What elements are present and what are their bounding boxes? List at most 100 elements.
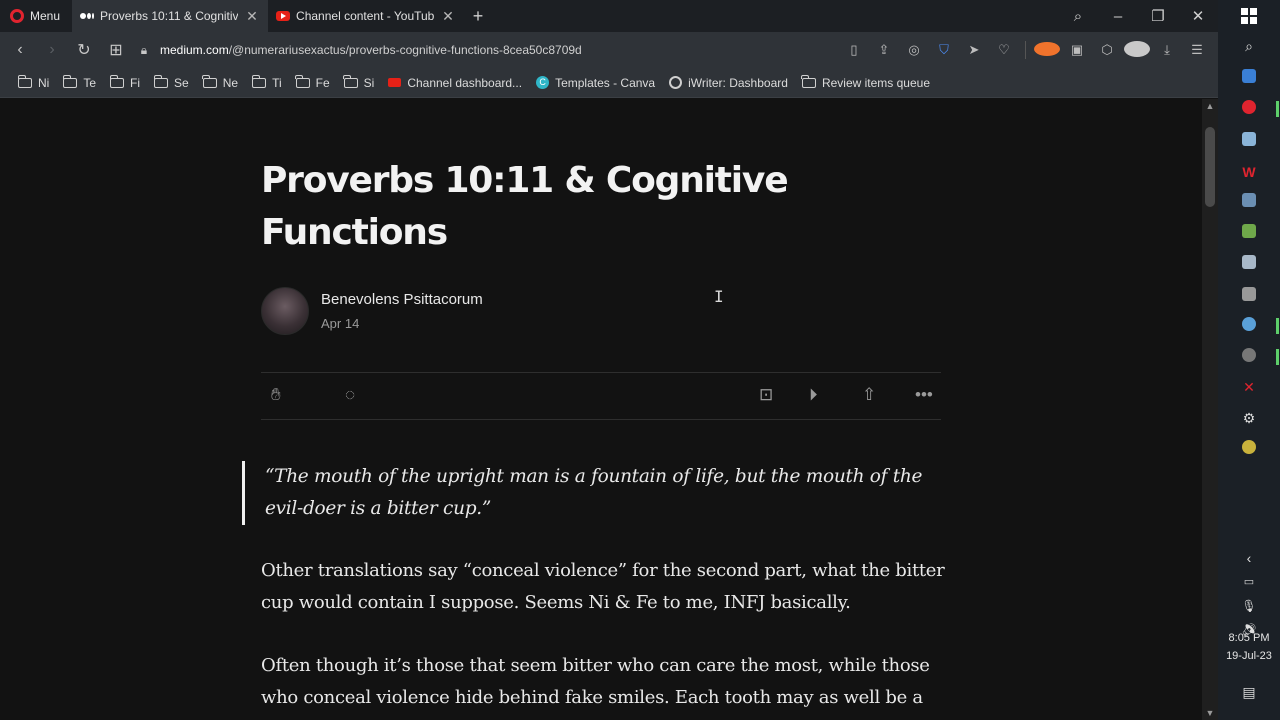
- tab-bar: Menu Proverbs 10:11 & Cognitiv ✕ Channel…: [0, 0, 1218, 32]
- canva-icon: C: [536, 76, 550, 89]
- text-cursor-icon: I: [714, 287, 724, 306]
- comment-icon[interactable]: ◌: [345, 385, 355, 405]
- scroll-down-icon[interactable]: ▼: [1202, 708, 1218, 718]
- folder-icon: [153, 74, 169, 88]
- bookmark-label: Review items queue: [821, 75, 930, 90]
- spreadsheet-icon[interactable]: [1237, 221, 1261, 245]
- author-meta: Benevolens Psittacorum Apr 14: [321, 291, 483, 331]
- app-icon[interactable]: [1237, 190, 1261, 214]
- bookmark-heart-icon[interactable]: ♡: [991, 42, 1017, 58]
- tab-medium-article[interactable]: Proverbs 10:11 & Cognitiv ✕: [72, 0, 269, 32]
- folder-icon: [251, 74, 267, 88]
- address-bar: ‹ › ↻ ⊞ 🔒︎ medium.com/@numerariusexactus…: [0, 32, 1218, 68]
- bookmark-canva-templates[interactable]: C Templates - Canva: [530, 76, 661, 90]
- url-field[interactable]: medium.com/@numerariusexactus/proverbs-c…: [160, 43, 582, 57]
- app-icon[interactable]: [1237, 345, 1261, 369]
- minimize-icon[interactable]: –: [1098, 8, 1138, 25]
- download-icon[interactable]: ⤓: [1154, 42, 1180, 58]
- folder-icon: [109, 74, 125, 88]
- bookmark-folder-ne[interactable]: Ne: [197, 74, 244, 90]
- close-tab-icon[interactable]: ✕: [440, 8, 456, 25]
- tab-title: Channel content - YouTube: [296, 9, 435, 23]
- author-name[interactable]: Benevolens Psittacorum: [321, 291, 483, 308]
- youtube-icon: [276, 11, 291, 21]
- bookmark-folder-ti[interactable]: Ti: [246, 74, 288, 90]
- clap-icon[interactable]: ✋︎: [271, 385, 281, 405]
- more-options-icon[interactable]: •••: [915, 385, 933, 405]
- scroll-up-icon[interactable]: ▲: [1202, 101, 1218, 111]
- share-icon[interactable]: ⇪: [871, 42, 897, 58]
- forward-icon[interactable]: ›: [36, 41, 68, 59]
- close-tab-icon[interactable]: ✕: [244, 8, 260, 25]
- address-toolbar: ▯ ⇪ ◎ ⛉ ➤ ♡ ▣ ⬡ ⤓ ☰: [841, 40, 1218, 60]
- bookmark-folder-te[interactable]: Te: [57, 74, 102, 90]
- url-host: medium.com: [160, 43, 229, 57]
- bookmark-label: Fi: [130, 75, 141, 90]
- bookmark-folder-se[interactable]: Se: [148, 74, 195, 90]
- snapshot-icon[interactable]: ◎: [901, 42, 927, 58]
- url-path: /@numerariusexactus/proverbs-cognitive-f…: [228, 43, 582, 57]
- app-icon[interactable]: ✕: [1237, 375, 1261, 399]
- share-icon[interactable]: ⇧: [862, 385, 876, 405]
- easy-setup-icon[interactable]: ☰: [1184, 42, 1210, 58]
- settings-gear-icon[interactable]: ⚙: [1237, 406, 1261, 430]
- reader-mode-icon[interactable]: ▯: [841, 42, 867, 58]
- adblock-shield-icon[interactable]: ⛉: [931, 42, 957, 58]
- microphone-speaker-icon[interactable]: 🎙︎🔊︎: [1237, 594, 1261, 637]
- calculator-icon[interactable]: [1237, 252, 1261, 276]
- app-icon[interactable]: [1237, 314, 1261, 338]
- bookmark-add-icon[interactable]: ⊡: [759, 385, 773, 405]
- bookmark-label: Ti: [272, 75, 282, 90]
- bookmark-label: Ne: [222, 75, 239, 90]
- tab-title: Proverbs 10:11 & Cognitiv: [100, 9, 239, 23]
- bookmark-folder-si[interactable]: Si: [338, 74, 381, 90]
- extension-icon[interactable]: ▣: [1064, 42, 1090, 58]
- search-tabs-icon[interactable]: ⌕: [1058, 8, 1098, 25]
- clock-time[interactable]: 8:05 PM: [1218, 632, 1280, 644]
- bookmark-channel-dashboard[interactable]: Channel dashboard...: [382, 76, 528, 90]
- bookmark-review-items-queue[interactable]: Review items queue: [796, 74, 936, 90]
- app-icon[interactable]: [1237, 284, 1261, 308]
- profile-avatar-icon[interactable]: [1124, 40, 1150, 60]
- windows-taskbar: ⌕ W ✕ ⚙ ‹ ▭ 🎙︎🔊︎ 8:05 PM 19-Jul-23 ▤: [1218, 0, 1280, 720]
- page-scrollbar[interactable]: ▲ ▼: [1202, 99, 1218, 720]
- brave-extension-icon[interactable]: [1034, 41, 1060, 59]
- bookmark-folder-fi[interactable]: Fi: [104, 74, 146, 90]
- speed-dial-icon[interactable]: ⊞: [100, 40, 132, 60]
- opera-browser-icon[interactable]: [1237, 97, 1261, 121]
- reload-icon[interactable]: ↻: [68, 40, 100, 60]
- wps-office-icon[interactable]: W: [1237, 160, 1261, 184]
- listen-play-icon[interactable]: ⏵︎: [809, 385, 818, 405]
- iwriter-icon: [669, 76, 683, 89]
- notepad-icon[interactable]: [1237, 129, 1261, 153]
- task-view-icon[interactable]: [1237, 66, 1261, 90]
- chevron-left-icon[interactable]: ‹: [1237, 546, 1261, 570]
- search-icon[interactable]: ⌕: [1237, 34, 1261, 58]
- restore-icon[interactable]: ❐: [1138, 7, 1178, 25]
- bookmark-folder-ni[interactable]: Ni: [12, 74, 55, 90]
- network-icon[interactable]: ▭: [1237, 570, 1261, 594]
- bookmark-iwriter-dashboard[interactable]: iWriter: Dashboard: [663, 76, 794, 90]
- author-avatar[interactable]: [261, 287, 309, 335]
- extensions-cube-icon[interactable]: ⬡: [1094, 42, 1120, 58]
- lock-icon[interactable]: 🔒︎: [132, 43, 156, 58]
- youtube-icon: [388, 78, 402, 87]
- close-window-icon[interactable]: ✕: [1178, 7, 1218, 25]
- running-indicator: [1276, 101, 1279, 117]
- bookmark-folder-fe[interactable]: Fe: [290, 74, 336, 90]
- app-icon[interactable]: [1237, 437, 1261, 461]
- medium-icon: [80, 11, 95, 21]
- back-icon[interactable]: ‹: [4, 41, 36, 59]
- windows-start-icon[interactable]: [1237, 4, 1261, 28]
- opera-menu-button[interactable]: Menu: [0, 0, 72, 32]
- tab-youtube-channel[interactable]: Channel content - YouTube ✕: [268, 0, 464, 32]
- send-icon[interactable]: ➤: [961, 42, 987, 58]
- scrollbar-thumb[interactable]: [1205, 127, 1215, 207]
- article-title: Proverbs 10:11 & Cognitive Functions: [261, 160, 789, 253]
- opera-logo-icon: [10, 9, 24, 23]
- bookmark-label: Channel dashboard...: [407, 75, 523, 90]
- article-action-bar: ✋︎ ◌ ⊡ ⏵︎ ⇧ •••: [261, 372, 941, 420]
- notification-icon[interactable]: ▤: [1237, 680, 1261, 704]
- new-tab-button[interactable]: +: [464, 6, 492, 27]
- clock-date[interactable]: 19-Jul-23: [1218, 650, 1280, 662]
